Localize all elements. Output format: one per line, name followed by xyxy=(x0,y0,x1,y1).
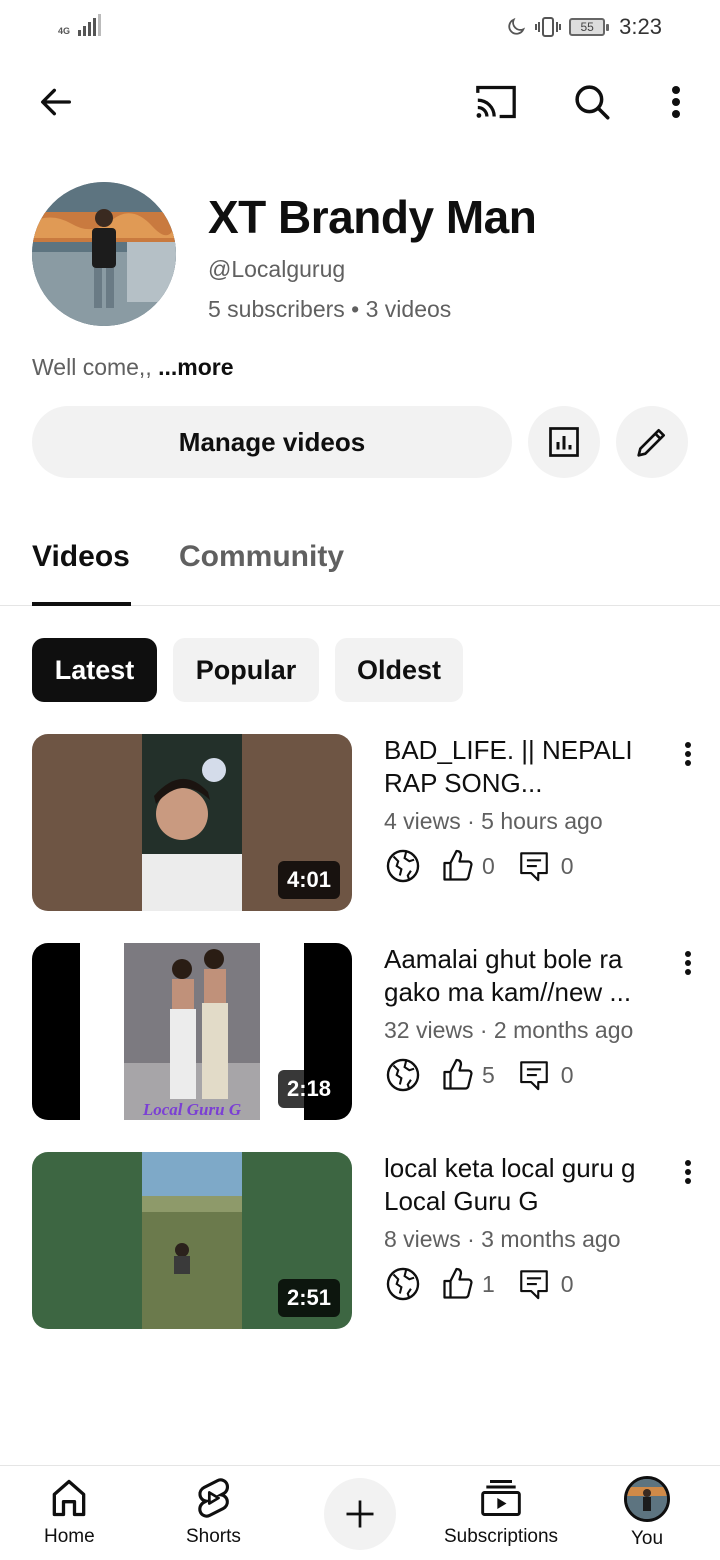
comment-icon[interactable] xyxy=(517,848,551,884)
chip-oldest[interactable]: Oldest xyxy=(335,638,463,702)
nav-you[interactable]: You xyxy=(624,1476,670,1550)
video-duration: 2:18 xyxy=(277,1070,340,1108)
like-count: 0 xyxy=(482,852,495,879)
more-vert-icon xyxy=(672,86,680,118)
nav-home-label: Home xyxy=(44,1526,95,1547)
channel-avatar[interactable] xyxy=(32,182,176,326)
video-actions: 5 0 xyxy=(384,1055,574,1095)
video-actions: 1 0 xyxy=(384,1264,574,1304)
analytics-icon xyxy=(549,427,579,457)
channel-meta: 5 subscribers • 3 videos xyxy=(208,296,452,322)
back-arrow-icon xyxy=(41,88,72,116)
video-more-button[interactable] xyxy=(672,1156,704,1188)
comment-count: 0 xyxy=(560,852,574,879)
video-title[interactable]: local keta local guru g Local Guru G xyxy=(384,1152,660,1218)
comment-count: 0 xyxy=(560,1061,574,1088)
thumbs-up-icon[interactable] xyxy=(440,848,476,884)
signal-icon xyxy=(78,14,101,36)
analytics-button[interactable] xyxy=(528,406,600,478)
video-thumbnail[interactable]: 2:51 xyxy=(32,1152,352,1329)
vibrate-icon xyxy=(535,17,562,37)
chip-latest[interactable]: Latest xyxy=(32,638,157,702)
globe-icon xyxy=(386,1267,420,1301)
chip-popular[interactable]: Popular xyxy=(173,638,319,702)
home-icon xyxy=(53,1479,86,1517)
status-bar: 4G 55 3:23 xyxy=(0,0,720,56)
tab-videos[interactable]: Videos xyxy=(32,540,130,574)
top-app-bar xyxy=(0,70,720,134)
status-time: 3:23 xyxy=(619,14,662,39)
video-meta: 4 views · 5 hours ago xyxy=(384,808,603,834)
video-meta: 8 views · 3 months ago xyxy=(384,1226,621,1252)
channel-description[interactable]: Well come,, ...more xyxy=(32,354,234,381)
like-count: 1 xyxy=(482,1270,495,1297)
tab-community[interactable]: Community xyxy=(179,540,344,574)
nav-you-label: You xyxy=(630,1528,664,1549)
comment-count: 0 xyxy=(560,1270,574,1297)
cast-button[interactable] xyxy=(472,78,520,126)
video-meta: 32 views · 2 months ago xyxy=(384,1017,634,1043)
nav-shorts-label: Shorts xyxy=(186,1526,241,1547)
manage-videos-button[interactable]: Manage videos xyxy=(32,406,512,478)
video-item[interactable]: 2:51 local keta local guru g Local Guru … xyxy=(0,1152,720,1330)
more-vert-icon xyxy=(685,742,691,766)
battery-icon: 55 xyxy=(569,18,610,36)
shorts-icon xyxy=(198,1478,230,1518)
more-vert-icon xyxy=(685,951,691,975)
search-button[interactable] xyxy=(568,78,616,126)
channel-name: XT Brandy Man xyxy=(208,191,537,243)
nav-subscriptions[interactable]: Subscriptions xyxy=(444,1476,558,1548)
thumbs-up-icon[interactable] xyxy=(440,1057,476,1093)
globe-icon xyxy=(386,1058,420,1092)
battery-level: 55 xyxy=(580,20,594,34)
video-duration: 2:51 xyxy=(277,1279,340,1317)
video-item[interactable]: 4:01 BAD_LIFE. || NEPALI RAP SONG... 4 v… xyxy=(0,734,720,912)
pencil-icon xyxy=(637,429,665,457)
back-button[interactable] xyxy=(32,78,80,126)
search-icon xyxy=(575,85,610,120)
nav-shorts[interactable]: Shorts xyxy=(186,1476,241,1548)
video-duration: 4:01 xyxy=(277,861,340,899)
subscriptions-icon xyxy=(481,1480,521,1516)
video-title[interactable]: Aamalai ghut bole ra gako ma kam//new ..… xyxy=(384,943,660,1009)
video-title[interactable]: BAD_LIFE. || NEPALI RAP SONG... xyxy=(384,734,660,800)
video-item[interactable]: Local Guru G 2:18 Aamalai ghut bole ra g… xyxy=(0,943,720,1121)
bottom-navigation: Home Shorts Subscriptions You xyxy=(0,1465,720,1560)
channel-handle: @Localgurug xyxy=(208,256,346,282)
create-button[interactable] xyxy=(324,1478,396,1550)
description-text: Well come,, xyxy=(32,354,159,380)
comment-icon[interactable] xyxy=(517,1057,551,1093)
comment-icon[interactable] xyxy=(517,1266,551,1302)
cast-icon xyxy=(476,85,516,119)
thumbs-up-icon[interactable] xyxy=(440,1266,476,1302)
network-indicator: 4G xyxy=(58,14,101,36)
description-more[interactable]: ...more xyxy=(158,354,233,380)
more-vert-icon xyxy=(685,1160,691,1184)
tab-underline xyxy=(32,602,131,606)
video-more-button[interactable] xyxy=(672,947,704,979)
nav-subscriptions-label: Subscriptions xyxy=(444,1526,559,1547)
video-thumbnail[interactable]: Local Guru G 2:18 xyxy=(32,943,352,1120)
video-thumbnail[interactable]: 4:01 xyxy=(32,734,352,911)
nav-home[interactable]: Home xyxy=(44,1476,95,1548)
you-avatar xyxy=(624,1476,670,1522)
network-label: 4G xyxy=(58,26,71,36)
plus-icon xyxy=(346,1500,374,1528)
channel-tabs: Videos Community xyxy=(0,520,720,606)
manage-videos-label: Manage videos xyxy=(178,426,366,457)
video-actions: 0 0 xyxy=(384,846,574,886)
globe-icon xyxy=(386,849,420,883)
edit-channel-button[interactable] xyxy=(616,406,688,478)
thumbnail-caption: Local Guru G xyxy=(142,1100,242,1119)
moon-icon xyxy=(508,17,526,35)
like-count: 5 xyxy=(482,1061,495,1088)
video-more-button[interactable] xyxy=(672,738,704,770)
more-options-button[interactable] xyxy=(656,78,696,126)
